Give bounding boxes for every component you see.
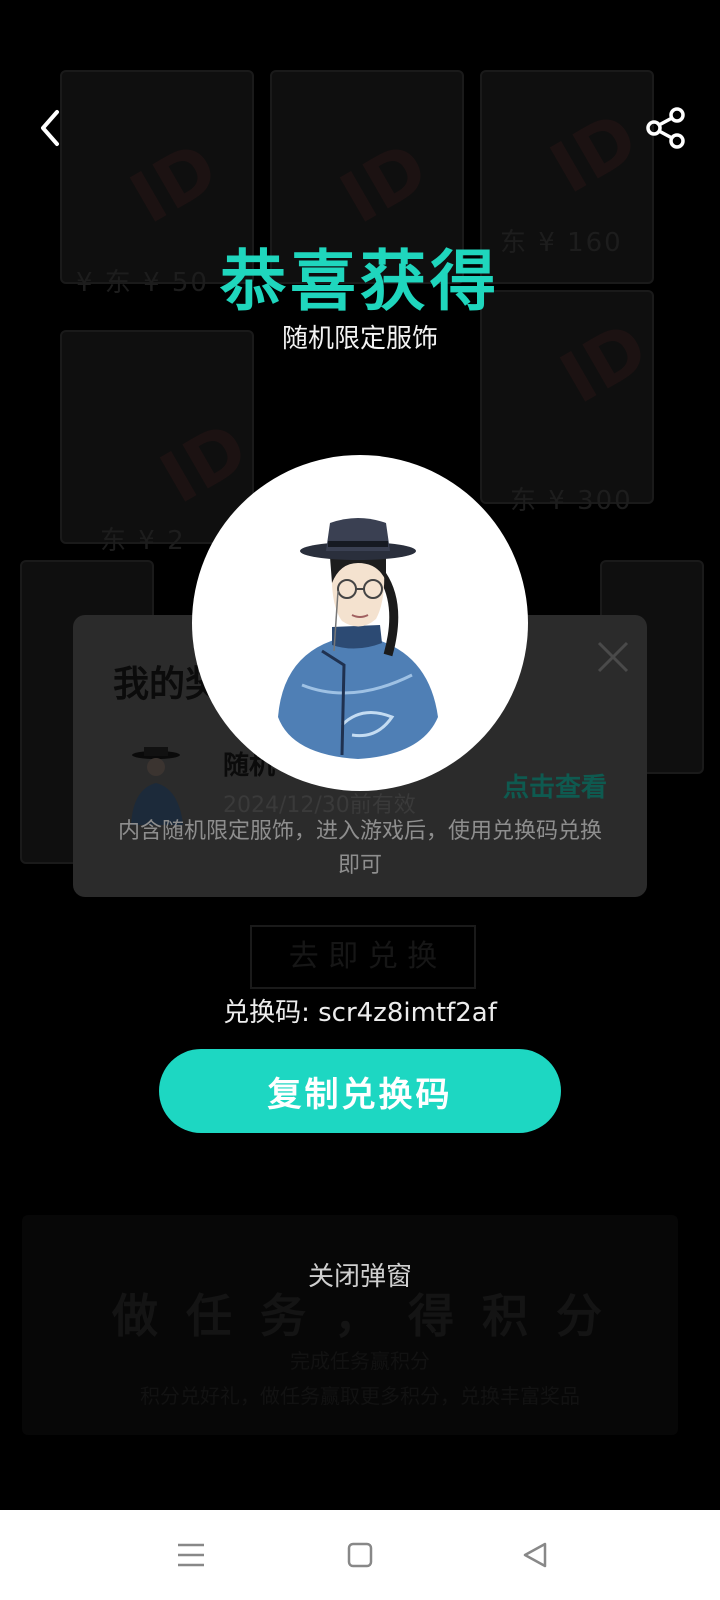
prize-thumbnail (131, 747, 183, 825)
share-icon (646, 107, 685, 149)
congrats-title: 恭喜获得 (220, 243, 500, 320)
nav-back-button[interactable] (512, 1532, 558, 1578)
redeem-code: 兑换码: scr4z8imtf2af (223, 998, 497, 1028)
home-square-icon (347, 1542, 373, 1568)
prize-description: 内含随机限定服饰，进入游戏后，使用兑换码兑换即可 (117, 819, 602, 878)
bg-price: 东 ¥ 2 (100, 526, 186, 556)
close-icon[interactable] (593, 637, 633, 677)
back-triangle-icon (523, 1542, 547, 1568)
bg-line: 积分兑好礼，做任务赢取更多积分，兑换丰富奖品 (140, 1384, 580, 1408)
close-popup-link[interactable]: 关闭弹窗 (0, 1256, 720, 1293)
character-illustration (278, 518, 438, 759)
nav-home-button[interactable] (337, 1532, 383, 1578)
bg-line: 完成任务赢积分 (290, 1349, 430, 1373)
bg-card: ID (60, 330, 261, 544)
prize-avatar (192, 455, 528, 791)
bg-redeem-button: 去 即 兑 换 (250, 925, 476, 989)
system-nav-bar (0, 1510, 720, 1600)
menu-icon (178, 1543, 204, 1567)
nav-menu-button[interactable] (168, 1532, 214, 1578)
chevron-left-icon (41, 110, 59, 146)
bg-price: 东 ¥ 300 (510, 486, 633, 516)
congrats-subtitle: 随机限定服饰 (281, 324, 438, 354)
back-button[interactable] (20, 98, 80, 158)
share-button[interactable] (636, 98, 696, 158)
view-detail-link[interactable]: 点击查看 (503, 767, 607, 804)
copy-code-button[interactable]: 复制兑换码 (159, 1049, 561, 1133)
